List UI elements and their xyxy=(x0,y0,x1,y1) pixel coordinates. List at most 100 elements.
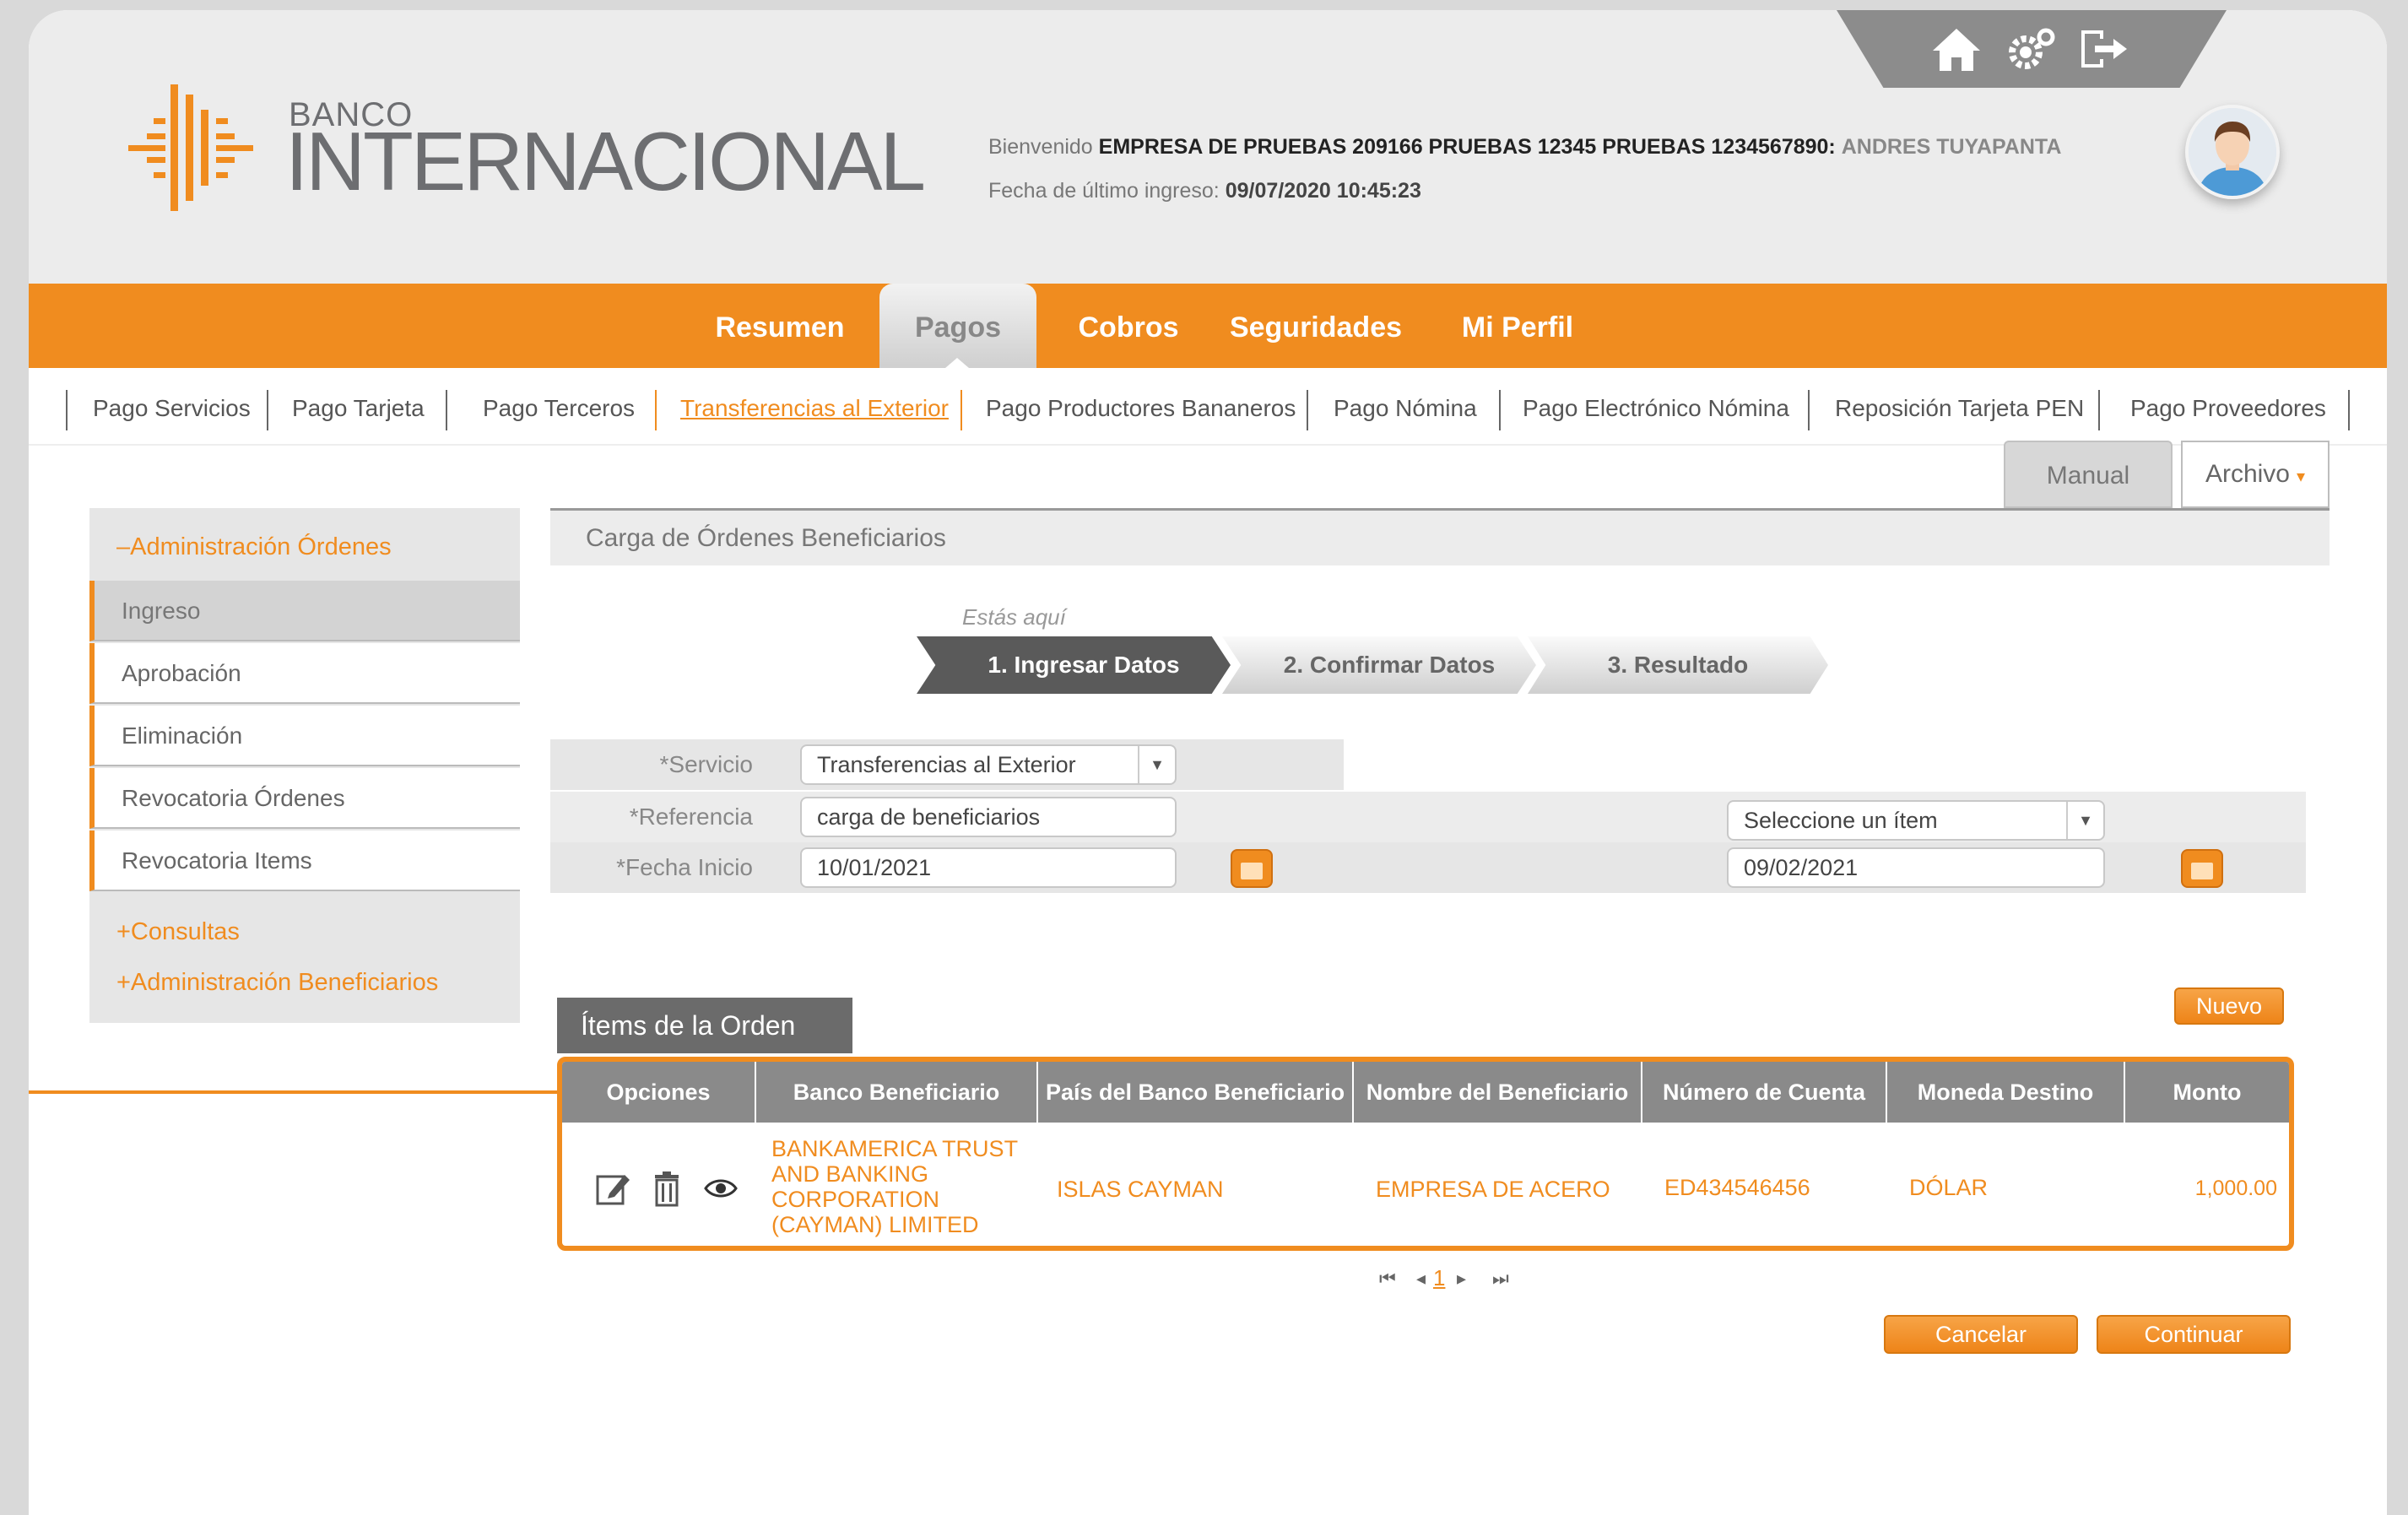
divider xyxy=(960,390,962,430)
tab-archivo-label: Archivo xyxy=(2205,460,2290,488)
cell-banco-line: AND BANKING xyxy=(771,1161,929,1187)
sidebar-item-revocatoria-ordenes[interactable]: Revocatoria Órdenes xyxy=(89,768,520,829)
cell-moneda: DÓLAR xyxy=(1909,1175,1989,1200)
company-name: EMPRESA DE PRUEBAS 209166 PRUEBAS 12345 … xyxy=(1098,135,1836,159)
last-login-value: 09/07/2020 10:45:23 xyxy=(1225,179,1421,203)
avatar[interactable] xyxy=(2185,105,2280,199)
divider xyxy=(267,390,268,430)
cuenta-select[interactable]: Seleccione un ítem ▼ xyxy=(1727,800,2105,841)
subnav-pago-servicios[interactable]: Pago Servicios xyxy=(93,390,251,427)
cell-nombre: EMPRESA DE ACERO xyxy=(1376,1177,1610,1202)
page-title: Carga de Órdenes Beneficiarios xyxy=(550,508,2330,565)
toolbar xyxy=(1837,10,2227,88)
chevron-down-icon[interactable]: ▼ xyxy=(2066,802,2103,839)
fecha-inicio-label: *Fecha Inicio xyxy=(616,854,753,880)
nav-resumen[interactable]: Resumen xyxy=(704,284,856,368)
logo-text-internacional: INTERNACIONAL xyxy=(285,115,926,208)
home-icon[interactable] xyxy=(1929,25,1983,73)
first-page-icon[interactable]: ⏮ xyxy=(1379,1268,1396,1290)
sidebar-item-eliminacion[interactable]: Eliminación xyxy=(89,706,520,766)
subnav-pago-terceros[interactable]: Pago Terceros xyxy=(483,390,635,427)
last-login: Fecha de último ingreso: 09/07/2020 10:4… xyxy=(988,179,1421,203)
servicio-select[interactable]: Transferencias al Exterior ▼ xyxy=(800,744,1177,785)
nav-cobros[interactable]: Cobros xyxy=(1065,284,1192,368)
col-pais-banco: País del Banco Beneficiario xyxy=(1038,1062,1354,1123)
cell-banco-line: CORPORATION xyxy=(771,1187,940,1212)
logo-mark xyxy=(128,84,253,211)
settings-icon[interactable] xyxy=(2005,25,2059,73)
sidebar-item-ingreso[interactable]: Ingreso xyxy=(89,581,520,641)
sidebar-link-consultas[interactable]: +Consultas xyxy=(116,918,240,946)
chevron-down-icon[interactable]: ▼ xyxy=(1138,746,1175,783)
user-name: ANDRES TUYAPANTA xyxy=(1841,135,2062,159)
bank-logo[interactable]: BANCO INTERNACIONAL xyxy=(128,84,926,228)
subnav-transferencias-exterior[interactable]: Transferencias al Exterior xyxy=(680,390,949,427)
view-icon[interactable] xyxy=(702,1170,739,1207)
sidebar-item-aprobacion[interactable]: Aprobación xyxy=(89,643,520,704)
subnav-pago-tarjeta[interactable]: Pago Tarjeta xyxy=(292,390,425,427)
sidebar-section-title[interactable]: –Administración Órdenes xyxy=(116,533,392,561)
user-avatar-icon xyxy=(2189,108,2276,196)
subnav-pago-productores[interactable]: Pago Productores Bananeros xyxy=(986,390,1296,427)
cuenta-value: Seleccione un ítem xyxy=(1744,808,1938,833)
col-opciones: Opciones xyxy=(562,1062,756,1123)
subnav-pago-nomina[interactable]: Pago Nómina xyxy=(1334,390,1477,427)
last-login-label: Fecha de último ingreso: xyxy=(988,179,1220,203)
divider xyxy=(1499,390,1501,430)
order-form: *Servicio Transferencias al Exterior ▼ *… xyxy=(550,739,2330,908)
fecha-vencimiento-input[interactable]: 09/02/2021 xyxy=(1727,847,2105,888)
header: BANCO INTERNACIONAL Bienvenido EMPRESA D… xyxy=(29,10,2387,284)
divider xyxy=(446,390,447,430)
cell-banco-line: BANKAMERICA TRUST xyxy=(771,1136,1019,1161)
tab-archivo[interactable]: Archivo ▾ xyxy=(2181,441,2330,508)
fecha-inicio-input[interactable]: 10/01/2021 xyxy=(800,847,1177,888)
cancel-button[interactable]: Cancelar xyxy=(1884,1315,2078,1354)
divider xyxy=(66,390,68,430)
form-row-servicio: *Servicio Transferencias al Exterior ▼ xyxy=(550,739,1344,790)
last-page-icon[interactable]: ⏭ xyxy=(1492,1268,1509,1290)
delete-icon[interactable] xyxy=(648,1170,685,1207)
items-table: Opciones Banco Beneficiario País del Ban… xyxy=(557,1057,2294,1251)
app-window: BANCO INTERNACIONAL Bienvenido EMPRESA D… xyxy=(29,10,2387,1515)
cell-pais: ISLAS CAYMAN xyxy=(1057,1177,1224,1202)
nav-seguridades[interactable]: Seguridades xyxy=(1219,284,1413,368)
page-number[interactable]: 1 xyxy=(1433,1265,1445,1291)
sidebar-link-admin-beneficiarios[interactable]: +Administración Beneficiarios xyxy=(116,969,438,997)
steps-label: Estás aquí xyxy=(962,604,1066,630)
sidebar-item-revocatoria-items[interactable]: Revocatoria Items xyxy=(89,831,520,891)
referencia-input[interactable]: carga de beneficiarios xyxy=(800,797,1177,837)
welcome-prefix: Bienvenido xyxy=(988,135,1093,159)
prev-page-icon[interactable]: ◂ xyxy=(1416,1268,1426,1290)
nav-mi-perfil[interactable]: Mi Perfil xyxy=(1435,284,1600,368)
step-confirmar-datos: 2. Confirmar Datos xyxy=(1222,636,1536,694)
col-nombre-beneficiario: Nombre del Beneficiario xyxy=(1354,1062,1642,1123)
divider xyxy=(1808,390,1810,430)
calendar-icon[interactable] xyxy=(1231,849,1273,888)
servicio-label: *Servicio xyxy=(659,751,753,777)
subnav-reposicion-tarjeta[interactable]: Reposición Tarjeta PEN xyxy=(1835,390,2084,427)
subnav-pago-electronico-nomina[interactable]: Pago Electrónico Nómina xyxy=(1523,390,1789,427)
table-header: Opciones Banco Beneficiario País del Ban… xyxy=(562,1062,2289,1123)
divider xyxy=(2098,390,2100,430)
nav-pagos[interactable]: Pagos xyxy=(879,284,1036,368)
welcome-message: Bienvenido EMPRESA DE PRUEBAS 209166 PRU… xyxy=(988,135,2061,160)
edit-icon[interactable] xyxy=(594,1170,631,1207)
subnav-pago-proveedores[interactable]: Pago Proveedores xyxy=(2130,390,2326,427)
divider xyxy=(1307,390,1308,430)
step-resultado: 3. Resultado xyxy=(1528,636,1828,694)
tab-manual[interactable]: Manual xyxy=(2004,441,2173,508)
servicio-value: Transferencias al Exterior xyxy=(817,752,1076,777)
items-section-tab: Ítems de la Orden xyxy=(557,998,852,1053)
progress-steps: 1. Ingresar Datos 2. Confirmar Datos 3. … xyxy=(917,636,1828,694)
callout-line xyxy=(29,1090,557,1094)
cell-cuenta: ED434546456 xyxy=(1664,1175,1810,1200)
new-item-button[interactable]: Nuevo xyxy=(2174,987,2284,1025)
calendar-icon[interactable] xyxy=(2181,849,2223,888)
next-page-icon[interactable]: ▸ xyxy=(1457,1268,1466,1290)
form-row-fechas: *Fecha Inicio 10/01/2021 *Fecha Vencimie… xyxy=(550,842,2306,893)
form-row-referencia: *Referencia carga de beneficiarios *Cuen… xyxy=(550,792,2306,842)
col-moneda-destino: Moneda Destino xyxy=(1887,1062,2125,1123)
logout-icon[interactable] xyxy=(2076,25,2130,73)
cell-banco-beneficiario: BANKAMERICA TRUST AND BANKING CORPORATIO… xyxy=(771,1136,1018,1237)
continue-button[interactable]: Continuar xyxy=(2097,1315,2291,1354)
